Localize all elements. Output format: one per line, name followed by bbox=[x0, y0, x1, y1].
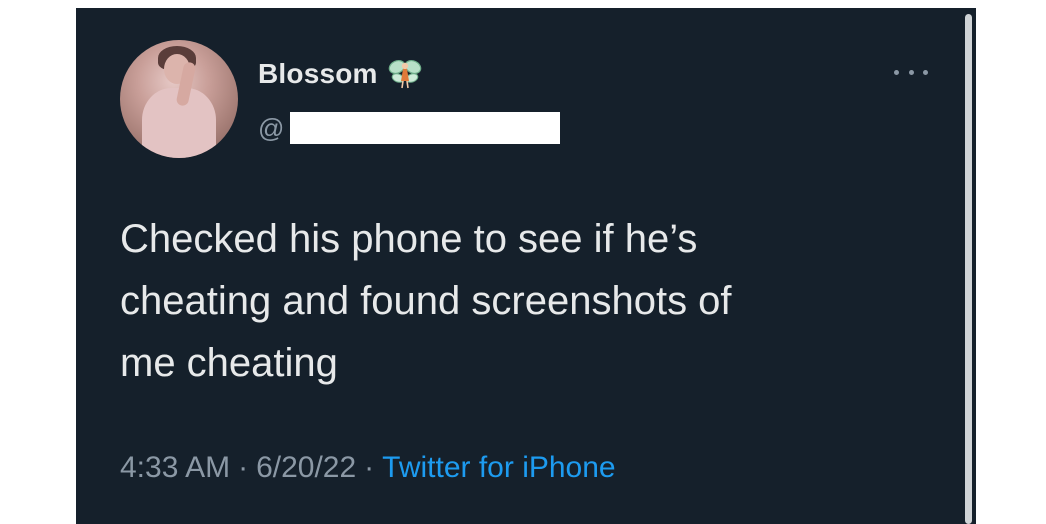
more-dot bbox=[894, 69, 899, 75]
more-dot bbox=[923, 69, 928, 75]
more-dot bbox=[908, 69, 914, 75]
handle-redaction-box bbox=[290, 112, 561, 144]
handle-prefix[interactable]: @ bbox=[258, 113, 284, 144]
meta-separator: · bbox=[364, 451, 375, 484]
tweet-screenshot-frame: Blossom @ Checked his phone to see if he… bbox=[76, 8, 976, 524]
meta-separator: · bbox=[238, 451, 249, 484]
tweet-card: Blossom @ Checked his phone to see if he… bbox=[76, 8, 976, 524]
name-row: Blossom bbox=[258, 54, 422, 94]
tweet-source-link[interactable]: Twitter for iPhone bbox=[382, 451, 615, 485]
tweet-text: Checked his phone to see if he’s cheatin… bbox=[120, 217, 732, 385]
more-options-icon[interactable] bbox=[894, 62, 928, 82]
tweet-time[interactable]: 4:33 AM bbox=[120, 451, 230, 485]
tweet-meta: 4:33 AM · 6/20/22 · Twitter for iPhone bbox=[120, 448, 616, 488]
display-name[interactable]: Blossom bbox=[258, 58, 378, 90]
avatar[interactable] bbox=[120, 40, 238, 158]
scrollbar[interactable] bbox=[965, 14, 972, 524]
tweet-date[interactable]: 6/20/22 bbox=[256, 451, 356, 485]
handle-row: @ bbox=[258, 110, 561, 146]
fairy-icon bbox=[388, 57, 422, 91]
